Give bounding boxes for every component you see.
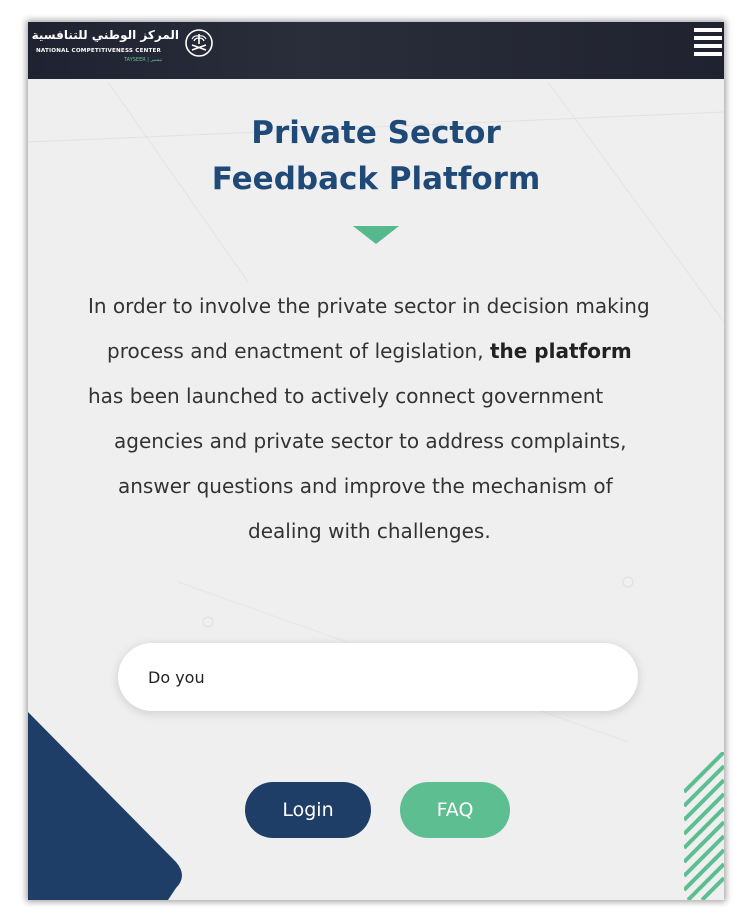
page-title: Private Sector Feedback Platform <box>28 110 724 202</box>
corner-stripes-decoration <box>684 752 724 900</box>
login-button[interactable]: Login <box>245 782 371 838</box>
page-frame: المركز الوطني للتنافسية NATIONAL COMPETI… <box>28 22 724 900</box>
top-header: المركز الوطني للتنافسية NATIONAL COMPETI… <box>28 22 724 79</box>
ncc-logo[interactable]: المركز الوطني للتنافسية NATIONAL COMPETI… <box>31 26 219 71</box>
logo-sub-text: TAYSEER | تيسير <box>124 57 163 63</box>
question-search-box <box>118 643 638 711</box>
platform-description: In order to involve the private sector i… <box>80 284 680 554</box>
corner-decoration-left <box>28 712 182 900</box>
logo-english-text: NATIONAL COMPETITIVENESS CENTER <box>36 48 162 54</box>
description-line: agencies and private sector to address c… <box>114 429 627 453</box>
faq-button[interactable]: FAQ <box>400 782 510 838</box>
hamburger-menu-icon[interactable] <box>692 26 724 58</box>
description-line: answer questions and improve the mechani… <box>118 474 613 498</box>
palm-swords-emblem-icon <box>185 29 213 57</box>
question-search-input[interactable] <box>148 643 608 711</box>
description-line: process and enactment of legislation, th… <box>80 329 680 374</box>
logo-arabic-text: المركز الوطني للتنافسية <box>31 28 179 42</box>
description-line: dealing with challenges. <box>248 519 491 543</box>
description-line: has been launched to actively connect go… <box>88 384 604 408</box>
down-arrow-icon <box>353 226 399 244</box>
title-line-1: Private Sector <box>251 115 501 151</box>
description-bold-text: the platform <box>489 339 632 363</box>
description-line: In order to involve the private sector i… <box>88 294 650 318</box>
description-text: process and enactment of legislation, <box>107 339 490 363</box>
title-line-2: Feedback Platform <box>211 161 541 197</box>
